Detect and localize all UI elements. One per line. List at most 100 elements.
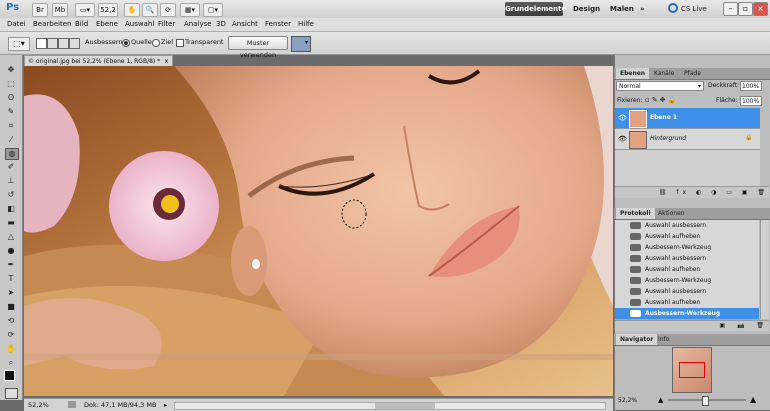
add-to-selection-icon[interactable] [47, 38, 58, 49]
hand-tool-icon[interactable]: ✋ [5, 344, 17, 354]
layer-name[interactable]: Ebene 1 [650, 114, 677, 121]
workspace-grundelemente[interactable]: Grundelemente [505, 2, 566, 16]
marquee-tool-icon[interactable]: ⬚ [5, 79, 17, 89]
dodge-tool-icon[interactable]: ● [5, 246, 17, 256]
horizontal-scrollbar[interactable] [174, 402, 606, 410]
lock-icons[interactable]: ▫✎✥🔒 [645, 96, 678, 104]
layer-row-ebene-1[interactable]: 👁 Ebene 1 [615, 108, 760, 129]
navigator-slider-thumb[interactable] [702, 396, 709, 406]
tab-kanaele[interactable]: Kanäle [650, 68, 678, 79]
hand-tool-icon[interactable]: ✋ [124, 3, 140, 17]
history-scrollbar[interactable] [760, 220, 769, 319]
document-canvas[interactable] [24, 66, 613, 396]
layers-footer-icons[interactable]: ⛓ fx ◐ ◑ ▭ ▣ 🗑 [615, 186, 769, 198]
workspace-malen[interactable]: Malen [610, 2, 634, 16]
workspace-more-icon[interactable]: » [640, 2, 645, 16]
eye-icon[interactable]: 👁 [618, 114, 627, 122]
history-brush-tool-icon[interactable]: ↺ [5, 190, 17, 200]
zoom-out-icon[interactable]: ▲ [658, 396, 663, 404]
opacity-input[interactable]: 100% [740, 81, 762, 91]
layer-row-hintergrund[interactable]: 👁 Hintergrund 🔒 [615, 129, 760, 150]
quick-selection-tool-icon[interactable]: ✎ [5, 107, 17, 117]
clone-stamp-tool-icon[interactable]: ⊥ [5, 176, 17, 186]
tab-ebenen[interactable]: Ebenen [616, 68, 650, 79]
zoom-tool-icon[interactable]: ⌕ [5, 358, 17, 368]
quick-mask-icon[interactable] [5, 388, 18, 399]
eye-icon[interactable]: 👁 [618, 135, 627, 143]
menu-auswahl[interactable]: Auswahl [125, 19, 154, 30]
menu-bild[interactable]: Bild [75, 19, 88, 30]
horizontal-scrollbar-thumb[interactable] [375, 403, 435, 409]
muster-verwenden-button[interactable]: Muster verwenden [228, 36, 288, 59]
layer-name[interactable]: Hintergrund [650, 135, 686, 142]
navigator-zoom-slider[interactable] [668, 396, 746, 406]
tab-info[interactable]: Info [654, 334, 673, 345]
pen-tool-icon[interactable]: ✒ [5, 260, 17, 270]
zoom-in-icon[interactable]: ▲ [750, 395, 756, 404]
transparent-checkbox[interactable] [176, 39, 184, 47]
menu-ebene[interactable]: Ebene [96, 19, 118, 30]
intersect-selection-icon[interactable] [69, 38, 80, 49]
menu-analyse[interactable]: Analyse [184, 19, 212, 30]
lock-icon: 🔒 [745, 134, 753, 141]
ziel-radio[interactable] [152, 39, 160, 47]
zoom-level-dropdown[interactable]: 52,2 [98, 3, 118, 17]
foreground-color-swatch[interactable] [4, 370, 15, 381]
move-tool-icon[interactable]: ✥ [5, 65, 17, 75]
menu-hilfe[interactable]: Hilfe [298, 19, 314, 30]
eraser-tool-icon[interactable]: ◧ [5, 204, 17, 214]
photo-image [24, 66, 613, 396]
navigator-zoom[interactable]: 52,2% [618, 397, 637, 404]
menu-filter[interactable]: Filter [158, 19, 175, 30]
type-tool-icon[interactable]: T [5, 274, 17, 284]
patch-tool-icon[interactable]: ◍ [5, 148, 19, 160]
document-title: © original.jpg bei 52,2% (Ebene 1, RGB/8… [28, 58, 161, 65]
menu-fenster[interactable]: Fenster [265, 19, 291, 30]
tab-aktionen[interactable]: Aktionen [654, 208, 689, 219]
brush-tool-icon[interactable]: ✐ [5, 162, 17, 172]
tab-protokoll[interactable]: Protokoll [616, 208, 655, 219]
pattern-dropdown-icon[interactable]: ▾ [305, 36, 310, 50]
screen-mode-icon[interactable]: ▢▾ [203, 3, 223, 17]
menu-ansicht[interactable]: Ansicht [232, 19, 258, 30]
bridge-button[interactable]: Br [32, 3, 48, 17]
close-button[interactable]: × [753, 2, 768, 16]
new-selection-icon[interactable] [36, 38, 47, 49]
3d-camera-tool-icon[interactable]: ⟳ [5, 330, 17, 340]
view-extras-icon[interactable]: ▭▾ [75, 3, 95, 17]
status-arrow-icon[interactable]: ▸ [164, 399, 167, 411]
navigator-view-box[interactable] [679, 362, 705, 378]
menu-bearbeiten[interactable]: Bearbeiten [33, 19, 71, 30]
maximize-button[interactable]: ▫ [738, 2, 753, 16]
zoom-tool-icon[interactable]: 🔍 [142, 3, 158, 17]
arrange-documents-icon[interactable]: ▦▾ [180, 3, 200, 17]
menu-3d[interactable]: 3D [216, 19, 226, 30]
blend-mode-select[interactable]: Normal ▾ [616, 81, 704, 91]
quelle-radio[interactable] [122, 39, 130, 47]
crop-tool-icon[interactable]: ⌗ [5, 121, 17, 131]
path-selection-tool-icon[interactable]: ➤ [5, 288, 17, 298]
history-footer-icons[interactable]: ▣ 📷 🗑 [615, 320, 769, 331]
fill-input[interactable]: 100% [740, 96, 762, 106]
eyedropper-tool-icon[interactable]: ⁄ [5, 135, 17, 145]
tab-navigator[interactable]: Navigator [616, 334, 658, 345]
minimize-button[interactable]: – [723, 2, 738, 16]
navigator-thumbnail[interactable] [672, 347, 712, 393]
3d-rotate-tool-icon[interactable]: ⟲ [5, 316, 17, 326]
gradient-tool-icon[interactable]: ▬ [5, 218, 17, 228]
history-item-selected[interactable]: Ausbessern-Werkzeug [615, 308, 759, 320]
minibridge-button[interactable]: Mb [52, 3, 68, 17]
blur-tool-icon[interactable]: △ [5, 232, 17, 242]
status-info-icon[interactable] [68, 401, 76, 408]
cslive-menu[interactable]: CS Live [681, 2, 707, 16]
menu-datei[interactable]: Datei [7, 19, 26, 30]
rotate-view-icon[interactable]: ⟳ [160, 3, 176, 17]
tool-preset-picker-icon[interactable]: ⬚▾ [8, 37, 30, 51]
status-doc-size: Dok: 47,1 MB/94,3 MB [84, 401, 157, 409]
tab-pfade[interactable]: Pfade [680, 68, 705, 79]
workspace-design[interactable]: Design [573, 2, 600, 16]
shape-tool-icon[interactable]: ■ [5, 302, 17, 312]
lasso-tool-icon[interactable]: ʘ [5, 93, 17, 103]
status-zoom[interactable]: 52,2% [28, 399, 49, 411]
subtract-from-selection-icon[interactable] [58, 38, 69, 49]
